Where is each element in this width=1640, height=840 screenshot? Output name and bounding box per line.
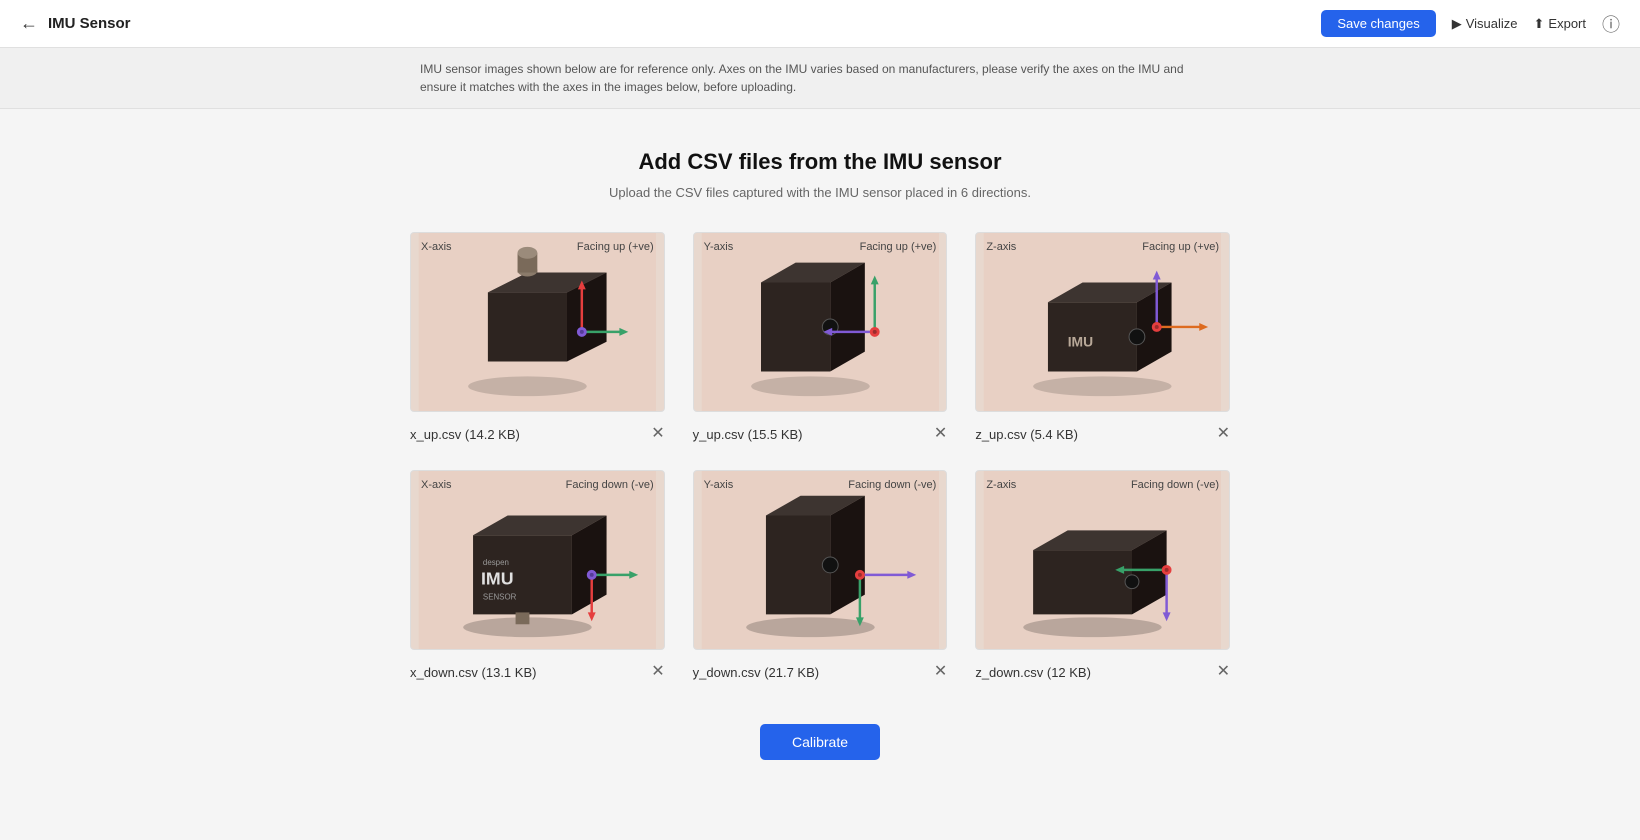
direction-label-x_up: Facing up (+ve)	[577, 241, 654, 253]
sensor-image-card-z_up[interactable]: Z-axis Facing up (+ve) IMU	[975, 232, 1230, 412]
direction-label-y_up: Facing up (+ve)	[860, 241, 937, 253]
axis-label-z_up: Z-axis	[986, 241, 1016, 253]
sensor-item-x_up: X-axis Facing up (+ve)	[410, 232, 665, 446]
sensor-item-z_down: Z-axis Facing down (-ve) z_down.csv (12	[975, 470, 1230, 684]
axis-label-y_up: Y-axis	[704, 241, 734, 253]
sensor-item-x_down: X-axis Facing down (-ve) despen IMU SENS…	[410, 470, 665, 684]
file-info-z_up: z_up.csv (5.4 KB) ✕	[975, 422, 1230, 446]
svg-text:SENSOR: SENSOR	[483, 593, 517, 602]
file-info-z_down: z_down.csv (12 KB) ✕	[975, 660, 1230, 684]
file-name-z_up: z_up.csv (5.4 KB)	[975, 427, 1078, 442]
svg-text:despen: despen	[483, 558, 509, 567]
page-subheading: Upload the CSV files captured with the I…	[410, 185, 1230, 200]
help-icon: ⓘ	[1602, 15, 1620, 35]
app-header: ← IMU Sensor Save changes ▶ Visualize ⬆ …	[0, 0, 1640, 48]
file-info-y_up: y_up.csv (15.5 KB) ✕	[693, 422, 948, 446]
file-name-x_up: x_up.csv (14.2 KB)	[410, 427, 520, 442]
export-button[interactable]: ⬆ Export	[1534, 16, 1586, 32]
remove-button-x_down[interactable]: ✕	[651, 664, 664, 680]
visualize-button[interactable]: ▶ Visualize	[1452, 16, 1518, 32]
axis-label-x_down: X-axis	[421, 479, 452, 491]
export-icon: ⬆	[1534, 16, 1545, 32]
remove-button-z_down[interactable]: ✕	[1217, 664, 1230, 680]
play-icon: ▶	[1452, 16, 1462, 32]
back-button[interactable]: ←	[20, 13, 38, 34]
sensor-image-card-z_down[interactable]: Z-axis Facing down (-ve)	[975, 470, 1230, 650]
header-left: ← IMU Sensor	[20, 13, 131, 34]
file-name-x_down: x_down.csv (13.1 KB)	[410, 665, 536, 680]
direction-label-z_up: Facing up (+ve)	[1142, 241, 1219, 253]
back-icon: ←	[20, 13, 38, 34]
file-name-z_down: z_down.csv (12 KB)	[975, 665, 1091, 680]
notice-banner: IMU sensor images shown below are for re…	[0, 48, 1640, 109]
sensor-image-card-y_down[interactable]: Y-axis Facing down (-ve)	[693, 470, 948, 650]
file-name-y_up: y_up.csv (15.5 KB)	[693, 427, 803, 442]
direction-label-z_down: Facing down (-ve)	[1131, 479, 1219, 491]
sensor-item-z_up: Z-axis Facing up (+ve) IMU	[975, 232, 1230, 446]
remove-button-x_up[interactable]: ✕	[651, 426, 664, 442]
axis-label-z_down: Z-axis	[986, 479, 1016, 491]
remove-button-y_up[interactable]: ✕	[934, 426, 947, 442]
sensor-image-card-x_down[interactable]: X-axis Facing down (-ve) despen IMU SENS…	[410, 470, 665, 650]
file-info-x_down: x_down.csv (13.1 KB) ✕	[410, 660, 665, 684]
main-content: Add CSV files from the IMU sensor Upload…	[390, 109, 1250, 840]
sensor-grid: X-axis Facing up (+ve)	[410, 232, 1230, 684]
header-right: Save changes ▶ Visualize ⬆ Export ⓘ	[1321, 10, 1620, 37]
direction-label-y_down: Facing down (-ve)	[848, 479, 936, 491]
file-info-x_up: x_up.csv (14.2 KB) ✕	[410, 422, 665, 446]
page-heading: Add CSV files from the IMU sensor	[410, 149, 1230, 175]
save-button[interactable]: Save changes	[1321, 10, 1435, 37]
axis-label-x_up: X-axis	[421, 241, 452, 253]
calibrate-button[interactable]: Calibrate	[760, 724, 880, 760]
svg-text:IMU: IMU	[481, 569, 514, 589]
axis-label-y_down: Y-axis	[704, 479, 734, 491]
calibrate-section: Calibrate	[410, 724, 1230, 800]
direction-label-x_down: Facing down (-ve)	[566, 479, 654, 491]
help-button[interactable]: ⓘ	[1602, 11, 1620, 37]
svg-text:IMU: IMU	[1068, 334, 1093, 350]
remove-button-y_down[interactable]: ✕	[934, 664, 947, 680]
sensor-image-card-x_up[interactable]: X-axis Facing up (+ve)	[410, 232, 665, 412]
file-info-y_down: y_down.csv (21.7 KB) ✕	[693, 660, 948, 684]
notice-text: IMU sensor images shown below are for re…	[420, 60, 1220, 96]
sensor-item-y_up: Y-axis Facing up (+ve) y_up.csv (15.5 K	[693, 232, 948, 446]
remove-button-z_up[interactable]: ✕	[1217, 426, 1230, 442]
sensor-image-card-y_up[interactable]: Y-axis Facing up (+ve)	[693, 232, 948, 412]
sensor-item-y_down: Y-axis Facing down (-ve) y_down.csv (21	[693, 470, 948, 684]
file-name-y_down: y_down.csv (21.7 KB)	[693, 665, 819, 680]
page-title: IMU Sensor	[48, 15, 131, 32]
